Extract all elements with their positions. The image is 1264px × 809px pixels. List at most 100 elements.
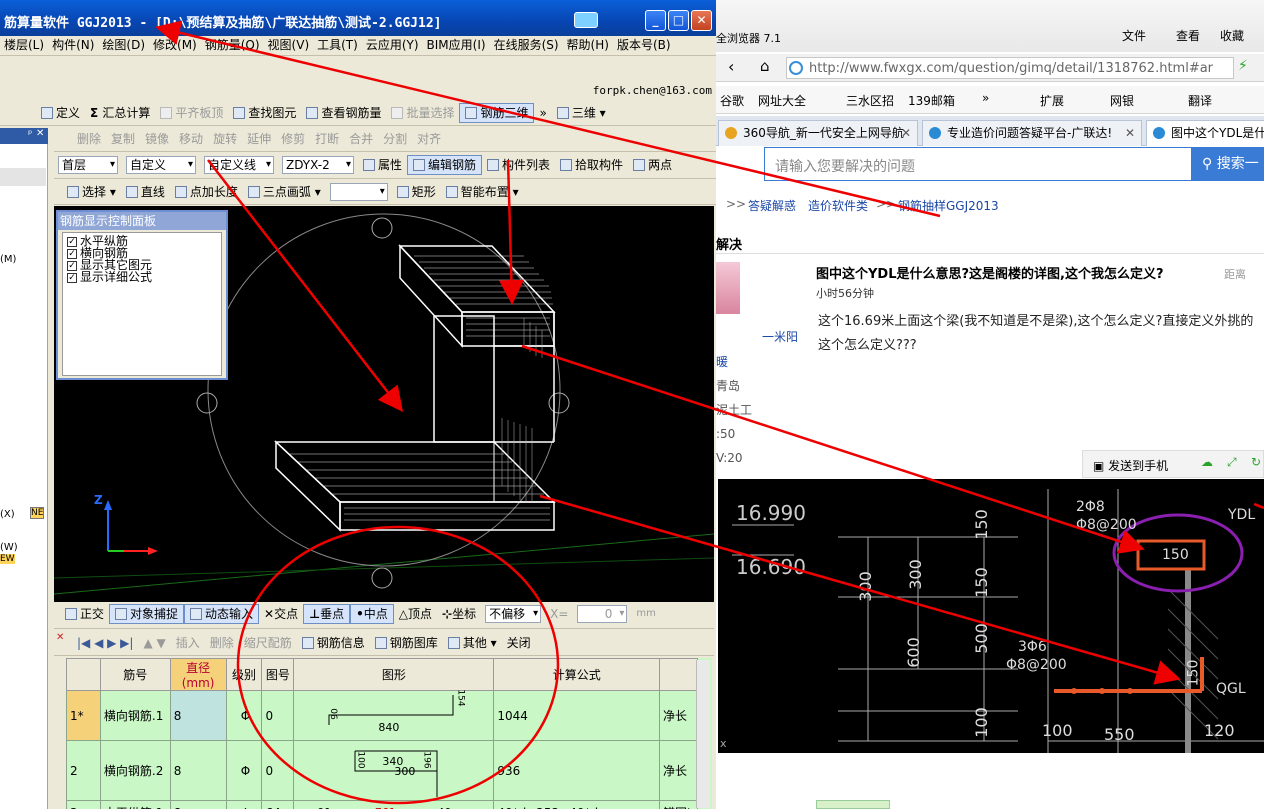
element-select[interactable]: 自定义线 <box>204 156 274 174</box>
rebar-3d-button[interactable]: 钢筋三维 <box>459 103 535 123</box>
bar-figure[interactable]: 0 <box>261 690 295 741</box>
table-row[interactable]: 3 水平纵筋.1 8 Φ 64 91 761 40 40*d+252+40*d … <box>66 800 698 809</box>
break-button[interactable]: 打断 <box>310 128 344 150</box>
line-button[interactable]: 直线 <box>121 181 170 203</box>
more-favs-chevron[interactable]: » <box>982 91 989 105</box>
properties-button[interactable]: 属性 <box>358 154 407 176</box>
grid-delete-button[interactable]: 删除 <box>205 632 239 654</box>
midpoint-button[interactable]: •中点 <box>350 604 394 624</box>
menu-tools[interactable]: 工具(T) <box>313 36 362 54</box>
view-3d-dropdown[interactable]: 三维 ▾ <box>552 102 611 124</box>
bar-diameter[interactable]: 8 <box>169 800 227 809</box>
browser-menu-view[interactable]: 查看 <box>1176 27 1200 44</box>
bar-shape[interactable]: 90 840 154 <box>293 689 495 741</box>
bar-diameter[interactable]: 8 <box>169 690 227 741</box>
bar-name[interactable]: 水平纵筋.1 <box>99 800 171 809</box>
menu-floor[interactable]: 楼层(L) <box>0 36 48 54</box>
crumb-software[interactable]: 造价软件类 <box>808 197 868 214</box>
up-down-arrows[interactable]: ▲ ▼ <box>138 632 170 654</box>
view-rebar-qty-button[interactable]: 查看钢筋量 <box>301 102 386 124</box>
maximize-button[interactable]: □ <box>668 10 689 31</box>
menu-cloud[interactable]: 云应用(Y) <box>362 36 423 54</box>
three-point-arc-dropdown[interactable]: 三点画弧 ▾ <box>243 181 326 203</box>
menu-view[interactable]: 视图(V) <box>264 36 314 54</box>
avatar[interactable] <box>716 262 740 314</box>
tab-360-nav[interactable]: 360导航_新一代安全上网导航 ✕ <box>718 120 918 146</box>
close-button[interactable]: ✕ <box>691 10 712 31</box>
asker-name[interactable]: 一米阳 <box>762 328 798 345</box>
rebar-info-button[interactable]: 钢筋信息 <box>297 632 370 654</box>
point-length-button[interactable]: 点加长度 <box>170 181 243 203</box>
checkbox-show-formula[interactable]: ✓ 显示详细公式 <box>63 271 221 283</box>
object-snap-button[interactable]: 对象捕捉 <box>109 604 185 624</box>
two-point-button[interactable]: 两点 <box>628 154 677 176</box>
flush-top-button[interactable]: 平齐板顶 <box>155 102 228 124</box>
col-extra[interactable] <box>659 658 698 691</box>
select-dropdown[interactable]: 选择 ▾ <box>62 181 121 203</box>
insert-button[interactable]: 插入 <box>171 632 205 654</box>
extend-button[interactable]: 延伸 <box>242 128 276 150</box>
bar-grade[interactable]: Φ <box>225 800 263 809</box>
col-bar-no[interactable]: 筋号 <box>99 658 171 691</box>
rectangle-button[interactable]: 矩形 <box>392 181 441 203</box>
bar-shape[interactable]: 100 340 300 196 <box>293 740 495 801</box>
trim-button[interactable]: 修剪 <box>276 128 310 150</box>
intersection-button[interactable]: ✕交点 <box>259 603 303 625</box>
scale-rebar-button[interactable]: 缩尺配筋 <box>239 632 297 654</box>
offset-select[interactable]: 不偏移 <box>485 605 542 623</box>
grid-close-icon[interactable]: ✕ <box>56 632 64 643</box>
lightning-icon[interactable]: ⚡ <box>1238 58 1248 74</box>
merge-button[interactable]: 合并 <box>344 128 378 150</box>
report-link[interactable]: 距离 <box>1224 266 1246 282</box>
perpendicular-button[interactable]: ⊥垂点 <box>303 604 351 624</box>
rotate-button[interactable]: 旋转 <box>208 128 242 150</box>
refresh-icon[interactable]: ↻ <box>1251 455 1261 469</box>
more-chevron[interactable]: » <box>534 102 551 124</box>
question-search-input[interactable]: 请输入您要解决的问题 <box>764 147 1192 181</box>
url-text[interactable]: http://www.fwxgx.com/question/gimq/detai… <box>809 61 1213 76</box>
nav-arrows[interactable]: |◀ ◀ ▶ ▶| <box>72 632 138 654</box>
edit-rebar-button[interactable]: 编辑钢筋 <box>407 155 483 175</box>
align-button[interactable]: 对齐 <box>412 128 446 150</box>
bar-name[interactable]: 横向钢筋.1 <box>99 690 171 741</box>
crumb-qa[interactable]: 答疑解惑 <box>748 197 796 214</box>
search-button[interactable]: ⚲ 搜索一 <box>1192 147 1264 181</box>
coordinate-button[interactable]: ⊹坐标 <box>437 603 481 625</box>
bar-shape[interactable]: 91 761 40 <box>293 800 495 809</box>
pick-component-button[interactable]: 拾取构件 <box>555 154 628 176</box>
component-list-button[interactable]: 构件列表 <box>482 154 555 176</box>
copy-button[interactable]: 复制 <box>106 128 140 150</box>
mirror-button[interactable]: 镜像 <box>140 128 174 150</box>
url-field[interactable]: http://www.fwxgx.com/question/gimq/detai… <box>786 57 1234 79</box>
detail-drawing-image[interactable]: 16.990 16.690 2Φ8 Φ8@200 YDL 150 300 300… <box>718 479 1264 753</box>
title-bar[interactable]: 筋算量软件 GGJ2013 - [D:\预结算及抽筋\广联达抽筋\测试-2.GG… <box>0 0 716 36</box>
col-figure-no[interactable]: 图号 <box>261 658 295 691</box>
other-dropdown[interactable]: 其他 ▾ <box>443 632 502 654</box>
find-element-button[interactable]: 查找图元 <box>228 102 301 124</box>
type-select[interactable]: 自定义 <box>126 156 196 174</box>
col-grade[interactable]: 级别 <box>225 658 263 691</box>
menu-rebar-qty[interactable]: 钢筋量(Q) <box>201 36 264 54</box>
crumb-ggj2013[interactable]: 钢筋抽样GGJ2013 <box>898 197 999 214</box>
fav-sanshui[interactable]: 三水区招 <box>846 92 894 109</box>
browser-menu-favorites[interactable]: 收藏 <box>1220 27 1244 44</box>
sidebar-row[interactable] <box>0 168 46 186</box>
rebar-library-button[interactable]: 钢筋图库 <box>370 632 443 654</box>
bar-formula[interactable]: 40*d+252+40*d <box>493 800 661 809</box>
floor-select[interactable]: 首层 <box>58 156 118 174</box>
split-button[interactable]: 分割 <box>378 128 412 150</box>
bottom-button[interactable] <box>816 800 890 809</box>
fav-google[interactable]: 谷歌 <box>720 92 744 109</box>
name-select[interactable]: ZDYX-2 <box>282 156 354 174</box>
bar-grade[interactable]: Φ <box>225 690 263 741</box>
table-row[interactable]: 2 横向钢筋.2 8 Φ 0 100 340 300 196 936 净长 <box>66 740 698 801</box>
menu-draw[interactable]: 绘图(D) <box>98 36 149 54</box>
home-icon[interactable]: ⌂ <box>760 57 770 75</box>
fav-translate[interactable]: 翻译 <box>1188 92 1212 109</box>
menu-component[interactable]: 构件(N) <box>48 36 98 54</box>
tab-close-icon[interactable]: ✕ <box>1125 121 1135 145</box>
pin-icon[interactable]: ᵖ <box>28 129 32 140</box>
tab-close-icon[interactable]: ✕ <box>901 121 911 145</box>
batch-select-button[interactable]: 批量选择 <box>386 102 459 124</box>
qq-icon[interactable] <box>574 12 598 28</box>
